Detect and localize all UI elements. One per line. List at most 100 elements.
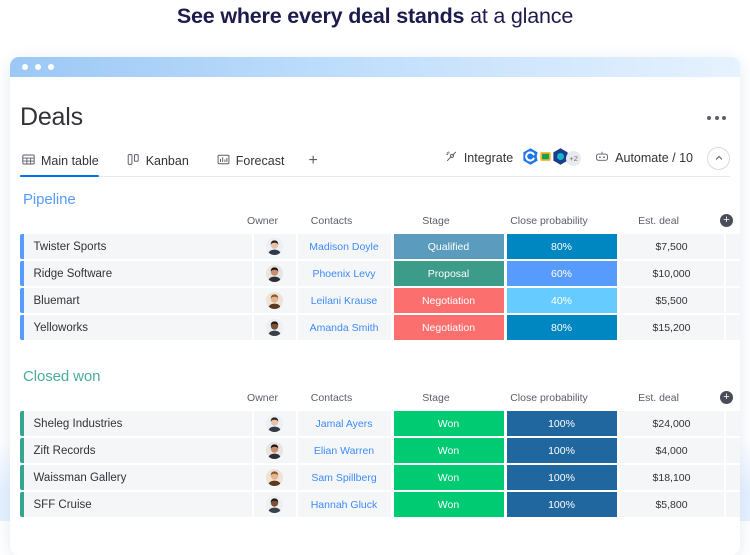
plus-icon: + [720,214,733,227]
cell-close-probability[interactable]: 100% [506,438,620,463]
cell-contact-link[interactable]: Phoenix Levy [297,261,394,286]
column-header-contacts[interactable]: Contacts [284,215,380,227]
cell-deal-name[interactable]: SFF Cruise [23,492,254,517]
cell-owner[interactable] [253,315,298,340]
cell-est-deal[interactable]: $7,500 [619,234,726,259]
column-header-close-probability[interactable]: Close probability [493,392,606,404]
column-header-est-deal[interactable]: Est. deal [606,215,712,227]
cell-owner[interactable] [253,438,298,463]
table-row[interactable]: SFF Cruise Hannah Gluck Won 100% $5,800 [20,492,740,517]
table-row[interactable]: Sheleg Industries Jamal Ayers Won 100% $24,0… [20,411,740,436]
automate-button[interactable]: Automate / 10 [595,150,693,167]
cell-est-deal[interactable]: $18,100 [619,465,726,490]
board-header: Deals [10,77,740,132]
cell-deal-name[interactable]: Yelloworks [23,315,254,340]
cell-owner[interactable] [253,465,298,490]
integration-app-icons[interactable]: +2 [521,147,582,169]
cell-empty[interactable] [725,438,740,463]
cell-empty[interactable] [725,315,740,340]
cell-owner[interactable] [253,261,298,286]
integrate-button[interactable]: Integrate +2 [445,147,582,169]
cell-contact-link[interactable]: Hannah Gluck [297,492,394,517]
cell-owner[interactable] [253,288,298,313]
column-header-stage[interactable]: Stage [380,392,493,404]
cell-stage[interactable]: Won [393,438,507,463]
headline-light: at a glance [464,4,574,28]
cell-empty[interactable] [725,492,740,517]
cell-stage[interactable]: Won [393,465,507,490]
column-header-est-deal[interactable]: Est. deal [606,392,712,404]
cell-close-probability[interactable]: 60% [506,261,620,286]
cell-contact-link[interactable]: Sam Spillberg [297,465,394,490]
cell-stage[interactable]: Negotiation [393,315,507,340]
cell-est-deal[interactable]: $5,800 [619,492,726,517]
column-header-owner[interactable]: Owner [242,392,284,404]
cell-empty[interactable] [725,261,740,286]
window-dot-close[interactable] [22,64,28,70]
table-row[interactable]: Waissman Gallery Sam Spillberg Won 100% $18,… [20,465,740,490]
cell-contact-link[interactable]: Leilani Krause [297,288,394,313]
cell-stage[interactable]: Qualified [393,234,507,259]
cell-est-deal[interactable]: $15,200 [619,315,726,340]
cell-close-probability[interactable]: 100% [506,465,620,490]
collapse-toolbar-button[interactable] [707,146,730,170]
tab-kanban[interactable]: Kanban [113,153,203,176]
cell-owner[interactable] [253,492,298,517]
cell-contact-link[interactable]: Elian Warren [297,438,394,463]
column-header-close-probability[interactable]: Close probability [493,215,606,227]
cell-close-probability[interactable]: 80% [506,234,620,259]
group-title-pipeline[interactable]: Pipeline [23,191,730,208]
tab-forecast-label: Forecast [235,154,285,168]
plus-icon: + [720,391,733,404]
cell-close-probability[interactable]: 100% [506,411,620,436]
cell-deal-name[interactable]: Waissman Gallery [23,465,254,490]
column-header-stage[interactable]: Stage [380,215,493,227]
cell-est-deal[interactable]: $4,000 [619,438,726,463]
window-dot-minimize[interactable] [35,64,41,70]
cell-stage[interactable]: Won [393,492,507,517]
kebab-menu-icon[interactable] [703,110,730,126]
cell-deal-name[interactable]: Ridge Software [23,261,254,286]
cell-contact-link[interactable]: Amanda Smith [297,315,394,340]
window-chrome-bar [10,57,740,77]
cell-owner[interactable] [253,411,298,436]
table-row[interactable]: Zift Records Elian Warren Won 100% $4,000 [20,438,740,463]
cell-contact-link[interactable]: Jamal Ayers [297,411,394,436]
column-header-contacts[interactable]: Contacts [284,392,380,404]
cell-close-probability[interactable]: 40% [506,288,620,313]
cell-est-deal[interactable]: $5,500 [619,288,726,313]
page-title: Deals [20,103,83,131]
table-row[interactable]: Bluemart Leilani Krause Negotiation 40% $5,5… [20,288,740,313]
cell-contact-link[interactable]: Madison Doyle [297,234,394,259]
cell-deal-name[interactable]: Sheleg Industries [23,411,254,436]
window-dot-maximize[interactable] [48,64,54,70]
cell-empty[interactable] [725,288,740,313]
cell-empty[interactable] [725,411,740,436]
cell-deal-name[interactable]: Zift Records [23,438,254,463]
column-header-owner[interactable]: Owner [242,215,284,227]
add-view-button[interactable]: + [298,153,327,176]
cell-empty[interactable] [725,234,740,259]
cell-stage[interactable]: Negotiation [393,288,507,313]
cell-stage[interactable]: Proposal [393,261,507,286]
tab-forecast[interactable]: Forecast [203,153,299,176]
cell-close-probability[interactable]: 100% [506,492,620,517]
cell-owner[interactable] [253,234,298,259]
view-tabs-bar: Main table Kanban Forecast + Integrate +… [20,146,730,177]
cell-est-deal[interactable]: $10,000 [619,261,726,286]
cell-empty[interactable] [725,465,740,490]
cell-close-probability[interactable]: 80% [506,315,620,340]
group-title-closed-won[interactable]: Closed won [23,368,730,385]
integration-overflow-badge[interactable]: +2 [566,150,582,166]
forecast-chart-icon [217,153,230,169]
tab-main-table[interactable]: Main table [20,153,113,177]
add-column-button-pipeline[interactable]: + [712,214,741,227]
add-column-button-closed-won[interactable]: + [712,391,741,404]
table-row[interactable]: Ridge Software Phoenix Levy Proposal 60% $10… [20,261,740,286]
cell-stage[interactable]: Won [393,411,507,436]
cell-deal-name[interactable]: Twister Sports [23,234,254,259]
cell-deal-name[interactable]: Bluemart [23,288,254,313]
cell-est-deal[interactable]: $24,000 [619,411,726,436]
table-row[interactable]: Twister Sports Madison Doyle Qualified 80% $… [20,234,740,259]
table-row[interactable]: Yelloworks Amanda Smith Negotiation 80% $15,… [20,315,740,340]
